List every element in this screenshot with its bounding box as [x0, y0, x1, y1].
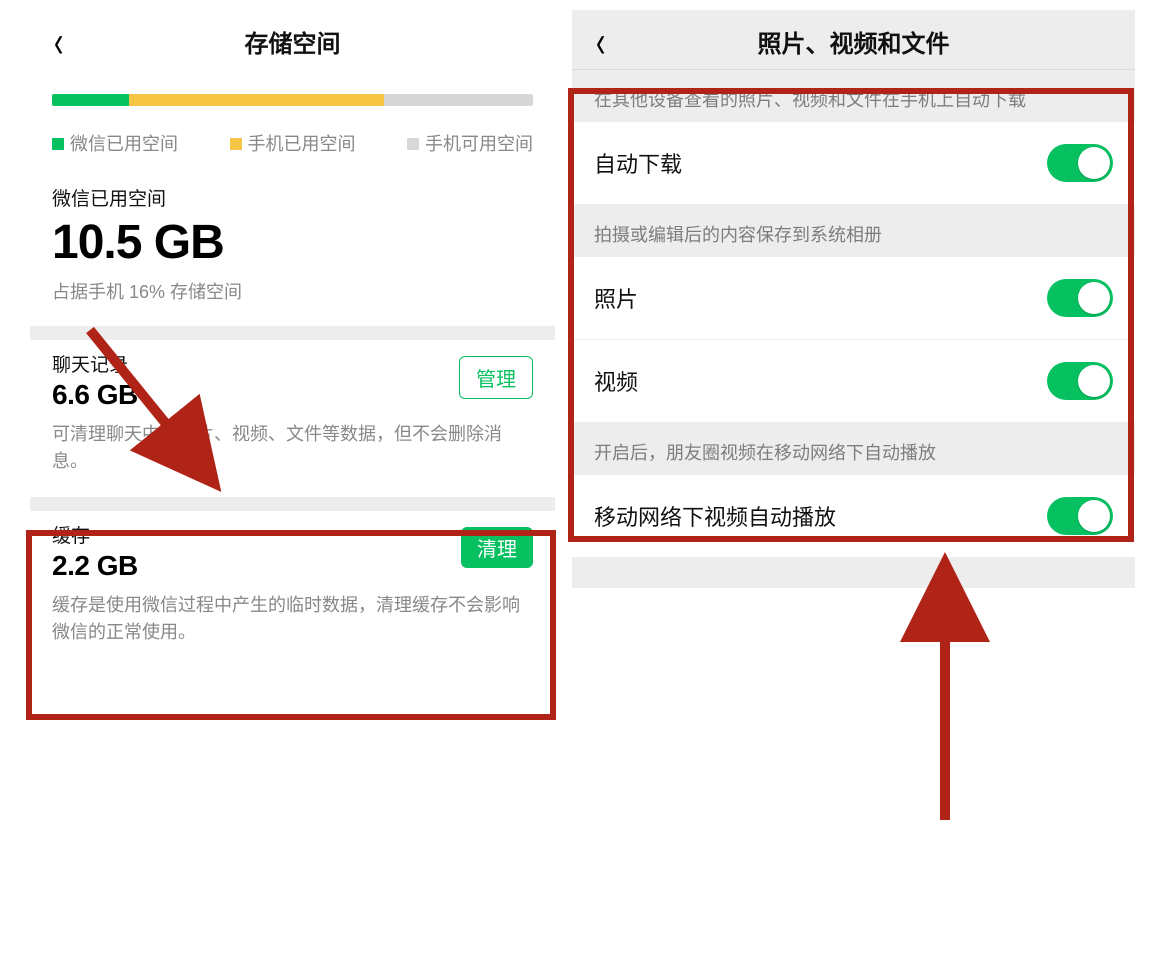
legend-wechat: 微信已用空间	[52, 130, 178, 156]
bar-seg-phone	[129, 94, 384, 106]
group-autoplay-title: 开启后，朋友圈视频在移动网络下自动播放	[572, 423, 1135, 475]
used-section: 微信已用空间 10.5 GB 占据手机 16% 存储空间	[30, 174, 555, 326]
clean-button[interactable]: 清理	[461, 527, 533, 568]
divider	[30, 326, 555, 340]
legend-phone: 手机已用空间	[230, 130, 356, 156]
chat-desc: 可清理聊天中的图片、视频、文件等数据，但不会删除消息。	[52, 421, 533, 475]
header: ‹ 照片、视频和文件	[572, 10, 1135, 70]
storage-screen: ‹ 存储空间 微信已用空间 手机已用空间 手机可用空间 微信已用空间 10.5 …	[30, 10, 555, 668]
group-save-title: 拍摄或编辑后的内容保存到系统相册	[572, 205, 1135, 257]
cache-section: 清理 缓存 2.2 GB 缓存是使用微信过程中产生的临时数据，清理缓存不会影响微…	[30, 511, 555, 668]
row-auto-download[interactable]: 自动下载	[572, 122, 1135, 205]
row-label: 自动下载	[594, 147, 682, 179]
header: ‹ 存储空间	[30, 10, 555, 70]
row-autoplay[interactable]: 移动网络下视频自动播放	[572, 475, 1135, 558]
used-value: 10.5 GB	[52, 215, 533, 270]
manage-button[interactable]: 管理	[459, 356, 533, 399]
cache-desc: 缓存是使用微信过程中产生的临时数据，清理缓存不会影响微信的正常使用。	[52, 592, 533, 646]
used-label: 微信已用空间	[52, 184, 533, 211]
chat-section: 管理 聊天记录 6.6 GB 可清理聊天中的图片、视频、文件等数据，但不会删除消…	[30, 340, 555, 497]
page-title: 存储空间	[30, 24, 555, 59]
toggle-autoplay[interactable]	[1047, 497, 1113, 535]
toggle-auto-download[interactable]	[1047, 144, 1113, 182]
row-video[interactable]: 视频	[572, 340, 1135, 423]
divider	[30, 497, 555, 511]
bar-seg-wechat	[52, 94, 129, 106]
usage-bar	[30, 70, 555, 116]
bottom-gap	[572, 558, 1135, 588]
row-label: 视频	[594, 365, 638, 397]
bar-seg-free	[384, 94, 533, 106]
group-auto-download-title: 在其他设备查看的照片、视频和文件在手机上自动下载	[572, 70, 1135, 122]
row-photo[interactable]: 照片	[572, 257, 1135, 340]
media-settings-screen: ‹ 照片、视频和文件 在其他设备查看的照片、视频和文件在手机上自动下载 自动下载…	[572, 10, 1135, 588]
row-label: 移动网络下视频自动播放	[594, 500, 836, 532]
usage-legend: 微信已用空间 手机已用空间 手机可用空间	[30, 116, 555, 174]
page-title: 照片、视频和文件	[572, 24, 1135, 59]
toggle-photo[interactable]	[1047, 279, 1113, 317]
legend-free: 手机可用空间	[407, 130, 533, 156]
toggle-video[interactable]	[1047, 362, 1113, 400]
row-label: 照片	[594, 282, 638, 314]
used-sub: 占据手机 16% 存储空间	[52, 278, 533, 304]
